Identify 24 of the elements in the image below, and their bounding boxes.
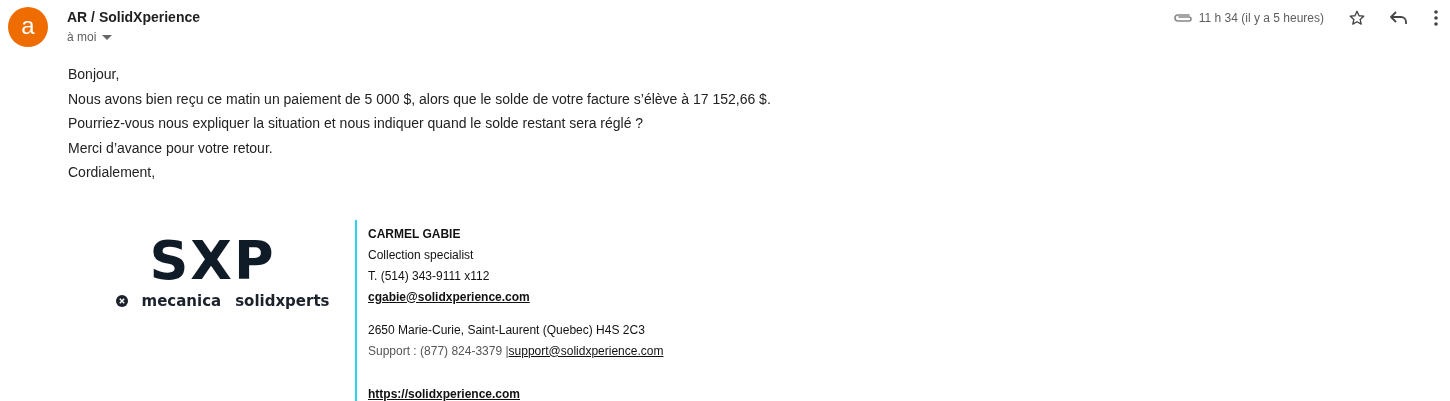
caret-icon[interactable] [102,34,113,40]
message-text: Merci d’avance pour votre retour. [68,138,274,158]
message-text: Cordialement, [68,163,157,182]
signature-address: 2650 Marie-Curie, Saint-Laurent (Quebec) H4S 2C3 [368,321,645,339]
support-phone: Support : (877) 824-3379 | [368,343,509,358]
message-text: Nous avons bien reçu ce matin un paiement de 5 000 $, alors que le solde de votre facture s’élève à 17 152,66 $. [68,89,772,109]
brand-name: solidxperts [235,291,330,310]
timestamp: 11 h 34 (il y a 5 heures) [1198,11,1324,25]
website-link[interactable]: https://solidxperience.com [368,383,521,401]
brand-name: mecanica [141,291,222,310]
x-circle-icon [115,294,128,307]
signature-name: CARMEL GABIE [368,225,461,243]
logo-mark: SXP [149,233,276,288]
reply-icon[interactable] [1390,10,1408,26]
more-icon[interactable] [1434,10,1438,26]
message-text: Pourriez-vous nous expliquer la situation et nous indiquer quand le solde restant sera réglé ? [68,114,645,133]
recipient-label: à moi [67,30,97,44]
sender-name: AR / SolidXperience [67,9,201,25]
email-link[interactable]: cgabie@solidxperience.com [368,286,530,308]
signature-phone: T. (514) 343-9111 x112 [368,267,490,285]
sender-avatar: a [8,7,48,47]
message-text: Bonjour, [68,65,121,84]
signature-role: Collection specialist [368,246,474,264]
star-icon[interactable] [1348,9,1366,27]
